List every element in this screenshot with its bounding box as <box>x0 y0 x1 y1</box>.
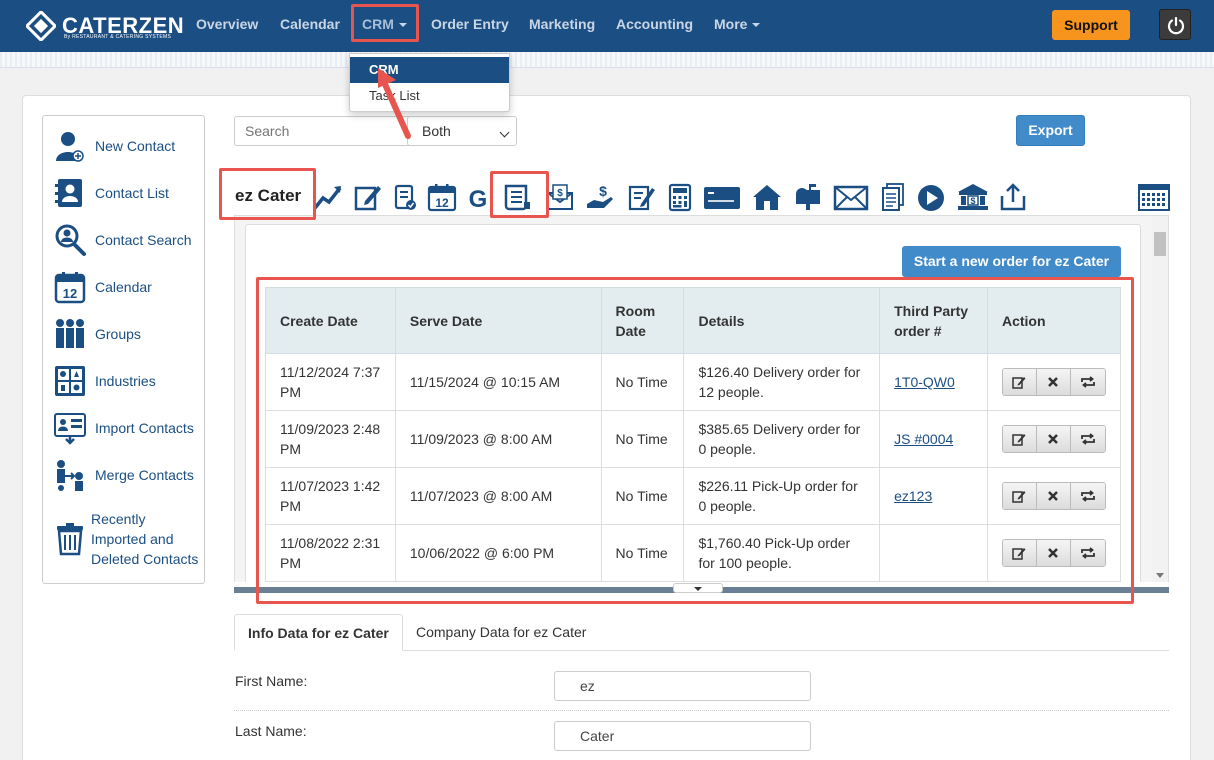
sidebar-item-merge-contacts[interactable]: Merge Contacts <box>53 455 203 495</box>
nav-overview[interactable]: Overview <box>196 16 258 32</box>
sidebar-item-label: Contact List <box>95 185 169 201</box>
nav-calendar[interactable]: Calendar <box>280 16 340 32</box>
sidebar-item-label: Industries <box>95 373 156 389</box>
start-new-order-button[interactable]: Start a new order for ez Cater <box>902 246 1121 277</box>
nav-marketing[interactable]: Marketing <box>529 16 595 32</box>
highlight-orders-icon <box>490 171 549 218</box>
support-button[interactable]: Support <box>1052 10 1130 40</box>
add-user-icon <box>56 132 84 162</box>
orders-scrollbar[interactable] <box>1152 216 1168 582</box>
svg-text:12: 12 <box>435 196 449 210</box>
top-navbar: CATERZEN By RESTAURANT & CATERING SYSTEM… <box>0 0 1214 52</box>
sidebar-item-label: Contact Search <box>95 232 192 248</box>
caterzen-logo-icon <box>26 11 56 41</box>
search-scope-value: Both <box>422 123 451 139</box>
svg-text:$: $ <box>970 196 975 206</box>
sidebar-item-contact-search[interactable]: Contact Search <box>53 220 203 260</box>
share-upload-icon[interactable] <box>998 182 1028 212</box>
sidebar-item-contact-list[interactable]: Contact List <box>53 173 203 213</box>
last-name-field[interactable]: Cater <box>554 721 811 751</box>
svg-text:12: 12 <box>63 286 77 301</box>
form-row-divider <box>234 710 1169 711</box>
trash-icon <box>57 523 83 556</box>
sidebar-item-label: New Contact <box>95 138 176 154</box>
annotation-arrow-icon <box>378 68 411 139</box>
tab-company-data[interactable]: Company Data for ez Cater <box>403 614 599 651</box>
nav-more-label: More <box>714 16 748 32</box>
chevron-down-icon <box>752 23 761 28</box>
sidebar-item-label: Recently Imported and Deleted Contacts <box>91 511 199 567</box>
nav-more[interactable]: More <box>714 16 761 32</box>
sidebar-item-groups[interactable]: Groups <box>53 314 203 354</box>
nav-accounting[interactable]: Accounting <box>616 16 693 32</box>
mailbox-icon[interactable] <box>793 182 823 212</box>
header-stripe <box>0 52 1214 68</box>
svg-text:$: $ <box>599 183 607 199</box>
calendar-icon: 12 <box>54 272 86 304</box>
sidebar-item-label: Calendar <box>95 279 152 295</box>
search-scope-select[interactable]: Both <box>407 116 517 146</box>
trend-chart-icon[interactable] <box>313 182 343 212</box>
calendar-icon[interactable]: 12 <box>427 182 457 212</box>
sidebar-item-import-contacts[interactable]: Import Contacts <box>53 408 203 448</box>
tab-info-data[interactable]: Info Data for ez Cater <box>234 614 403 651</box>
first-name-field[interactable]: ez <box>554 671 811 701</box>
highlight-crm-nav <box>351 4 419 42</box>
logout-button[interactable] <box>1159 9 1191 40</box>
sidebar-item-calendar[interactable]: 12 Calendar <box>53 267 203 307</box>
sidebar-item-label: Merge Contacts <box>95 467 194 483</box>
first-name-label: First Name: <box>235 673 308 689</box>
sidebar-item-recently-imported-deleted[interactable]: Recently Imported and Deleted Contacts <box>53 509 203 569</box>
export-button[interactable]: Export <box>1016 115 1085 146</box>
power-icon <box>1167 16 1185 35</box>
keyboard-grid-icon[interactable] <box>1137 182 1171 212</box>
nav-order-entry[interactable]: Order Entry <box>431 16 509 32</box>
crm-sidebar: New Contact Contact List Contact Search … <box>42 115 205 584</box>
svg-text:G: G <box>469 186 488 212</box>
sidebar-item-label: Groups <box>95 326 141 342</box>
documents-icon[interactable] <box>878 182 908 212</box>
checklist-icon[interactable] <box>390 182 420 212</box>
scrollbar-thumb[interactable] <box>1154 232 1166 256</box>
bank-icon[interactable]: $ <box>956 182 990 212</box>
sidebar-item-new-contact[interactable]: New Contact <box>53 126 203 166</box>
industries-icon <box>55 366 85 396</box>
calculator-icon[interactable] <box>665 182 695 212</box>
logo-subtitle: By RESTAURANT & CATERING SYSTEMS <box>64 34 172 40</box>
chevron-down-icon <box>499 127 510 138</box>
highlight-orders-table <box>256 277 1134 604</box>
sidebar-item-industries[interactable]: Industries <box>53 361 203 401</box>
scroll-down-arrow-icon[interactable] <box>1156 573 1164 578</box>
sidebar-item-label: Import Contacts <box>95 420 194 436</box>
search-user-icon <box>55 224 86 256</box>
home-icon[interactable] <box>752 182 782 212</box>
svg-text:$: $ <box>557 188 563 199</box>
import-contacts-icon <box>54 413 86 445</box>
email-envelope-icon[interactable] <box>833 182 869 212</box>
play-icon[interactable] <box>916 182 946 212</box>
contact-book-icon <box>55 179 82 207</box>
last-name-label: Last Name: <box>235 723 307 739</box>
merge-contacts-icon <box>57 460 83 491</box>
credit-card-icon[interactable] <box>703 182 741 212</box>
groups-icon <box>56 319 84 348</box>
invoice-envelope-icon[interactable]: $ <box>545 182 575 212</box>
highlight-contact-name <box>219 168 316 220</box>
write-document-icon[interactable] <box>627 182 657 212</box>
payment-hand-icon[interactable]: $ <box>585 182 615 212</box>
edit-note-icon[interactable] <box>353 182 383 212</box>
